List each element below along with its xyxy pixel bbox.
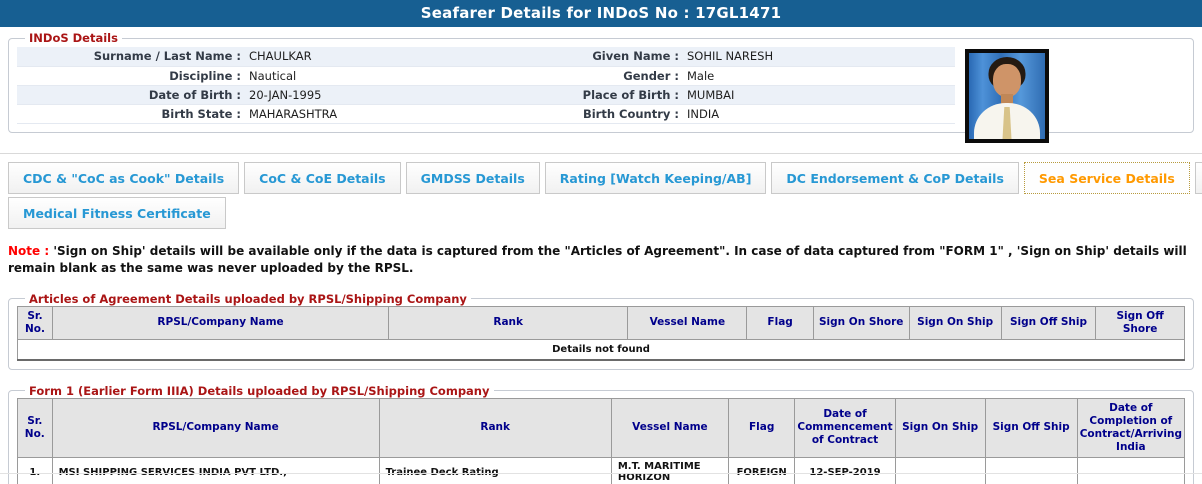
cell-sign-on-ship — [894, 457, 986, 484]
col-company: RPSL/Company Name — [51, 305, 390, 341]
surname-value: CHAULKAR — [249, 49, 312, 64]
cell-company: MSI SHIPPING SERVICES INDIA PVT LTD., — [51, 457, 380, 484]
table-row: 1. MSI SHIPPING SERVICES INDIA PVT LTD.,… — [17, 457, 1186, 484]
col-vessel: Vessel Name — [627, 305, 748, 341]
col-rank: Rank — [378, 397, 612, 459]
seafarer-photo-image — [969, 53, 1045, 139]
col-vessel: Vessel Name — [610, 397, 729, 459]
page-title: Seafarer Details for INDoS No : 17GL1471 — [0, 0, 1202, 27]
place-of-birth-value: MUMBAI — [687, 87, 735, 102]
col-commencement-date: Date of Commencement of Contract — [794, 397, 896, 459]
table-row: Details not found — [17, 339, 1185, 361]
given-name-value: SOHIL NARESH — [687, 49, 774, 64]
cell-commencement-date: 12-SEP-2019 — [794, 457, 896, 484]
col-flag: Flag — [746, 305, 814, 341]
indos-details-table: Surname / Last Name : CHAULKAR Given Nam… — [17, 47, 955, 124]
col-sign-off-shore: Sign Off Shore — [1095, 305, 1185, 341]
form1-table: Sr. No. RPSL/Company Name Rank Vessel Na… — [17, 397, 1186, 484]
col-company: RPSL/Company Name — [51, 397, 380, 459]
birth-state-label: Birth State : — [161, 106, 241, 121]
tab-coc-coe[interactable]: CoC & CoE Details — [244, 162, 401, 194]
form1-legend: Form 1 (Earlier Form IIIA) Details uploa… — [29, 383, 490, 398]
tab-gmdss[interactable]: GMDSS Details — [405, 162, 540, 194]
tab-row-1: CDC & "CoC as Cook" Details CoC & CoE De… — [0, 162, 1202, 194]
surname-label: Surname / Last Name : — [93, 49, 241, 64]
col-sign-on-ship: Sign On Ship — [894, 397, 986, 459]
col-sign-on-ship: Sign On Ship — [908, 305, 1002, 341]
detail-row: Birth State : MAHARASHTRA Birth Country … — [17, 104, 955, 123]
cell-sign-off-ship — [984, 457, 1078, 484]
tab-section: CDC & "CoC as Cook" Details CoC & CoE De… — [0, 153, 1202, 229]
cell-completion-date — [1076, 457, 1186, 484]
discipline-label: Discipline : — [169, 68, 241, 83]
birth-country-label: Birth Country : — [582, 106, 679, 121]
articles-of-agreement-panel: Articles of Agreement Details uploaded b… — [8, 291, 1194, 370]
place-of-birth-label: Place of Birth : — [582, 87, 679, 102]
col-flag: Flag — [727, 397, 796, 459]
col-sr-no: Sr. No. — [17, 305, 53, 341]
birth-state-value: MAHARASHTRA — [249, 106, 338, 121]
cell-vessel: M.T. MARITIME HORIZON — [610, 457, 729, 484]
indos-details-legend: INDoS Details — [29, 31, 118, 45]
discipline-value: Nautical — [249, 68, 297, 83]
birth-country-value: INDIA — [687, 106, 720, 121]
col-sign-off-ship: Sign Off Ship — [984, 397, 1078, 459]
given-name-label: Given Name : — [592, 49, 679, 64]
date-of-birth-label: Date of Birth : — [148, 87, 241, 102]
detail-row: Date of Birth : 20-JAN-1995 Place of Bir… — [17, 85, 955, 104]
articles-of-agreement-legend: Articles of Agreement Details uploaded b… — [29, 291, 467, 306]
tab-medical-fitness-certificate[interactable]: Medical Fitness Certificate — [8, 197, 226, 229]
cell-flag: FOREIGN — [727, 457, 796, 484]
detail-row: Surname / Last Name : CHAULKAR Given Nam… — [17, 47, 955, 66]
tab-rating-watch-keeping[interactable]: Rating [Watch Keeping/AB] — [544, 162, 767, 194]
col-sign-off-ship: Sign Off Ship — [1000, 305, 1097, 341]
tab-training-details[interactable]: Training Details — [1194, 162, 1202, 194]
col-completion-date: Date of Completion of Contract/Arriving … — [1076, 397, 1186, 459]
col-sr-no: Sr. No. — [17, 397, 53, 459]
indos-details-panel: INDoS Details Surname / Last Name : CHAU… — [8, 31, 1194, 143]
col-sign-on-shore: Sign On Shore — [812, 305, 910, 341]
table-header-row: Sr. No. RPSL/Company Name Rank Vessel Na… — [17, 397, 1186, 459]
note-prefix: Note : — [8, 244, 50, 258]
gender-value: Male — [687, 68, 715, 83]
note-text: Note : 'Sign on Ship' details will be av… — [8, 243, 1192, 278]
bottom-divider — [0, 473, 1202, 474]
seafarer-photo — [965, 49, 1049, 143]
col-rank: Rank — [388, 305, 629, 341]
cell-sr-no: 1. — [17, 457, 53, 484]
articles-of-agreement-table: Sr. No. RPSL/Company Name Rank Vessel Na… — [17, 305, 1185, 361]
note-body: 'Sign on Ship' details will be available… — [8, 244, 1187, 276]
tab-cdc-coc-as-cook[interactable]: CDC & "CoC as Cook" Details — [8, 162, 240, 194]
photo-face-shape — [993, 64, 1021, 97]
tab-dc-endorsement-cop[interactable]: DC Endorsement & CoP Details — [771, 162, 1019, 194]
details-not-found-message: Details not found — [17, 339, 1185, 361]
date-of-birth-value: 20-JAN-1995 — [249, 87, 322, 102]
detail-row: Discipline : Nautical Gender : Male — [17, 66, 955, 85]
form1-panel: Form 1 (Earlier Form IIIA) Details uploa… — [8, 383, 1194, 484]
cell-rank: Trainee Deck Rating — [378, 457, 612, 484]
tab-sea-service-details[interactable]: Sea Service Details — [1023, 162, 1190, 194]
tab-row-2: Medical Fitness Certificate — [0, 197, 1202, 229]
gender-label: Gender : — [623, 68, 679, 83]
table-header-row: Sr. No. RPSL/Company Name Rank Vessel Na… — [17, 305, 1185, 341]
